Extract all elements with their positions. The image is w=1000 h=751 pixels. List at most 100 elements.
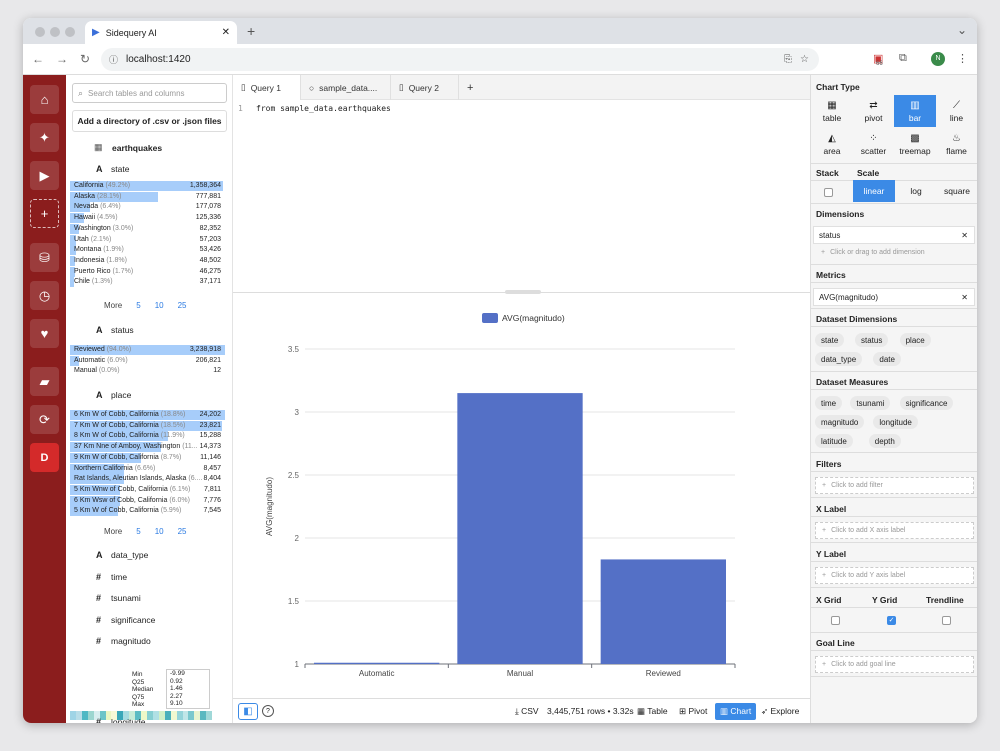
install-app-icon[interactable]: ⎘ (784, 54, 792, 65)
x-label-zone[interactable]: + Click to add X axis label (815, 522, 974, 539)
value-row[interactable]: 6 Km Wsw of Cobb, California (6.0%) 7,776 (70, 495, 225, 507)
database-icon[interactable]: ⛁ (30, 243, 59, 272)
close-tab-icon[interactable]: ✕ (222, 27, 230, 38)
column-tsunami[interactable]: # tsunami (96, 593, 141, 603)
value-row[interactable]: 6 Km W of Cobb, California (18.8%) 24,202 (70, 410, 225, 421)
stack-checkbox[interactable] (824, 188, 833, 197)
tab-sample-data[interactable]: ○ sample_data.... (301, 75, 391, 100)
scale-log[interactable]: log (895, 180, 937, 202)
more-5-link[interactable]: 5 (136, 301, 140, 310)
value-row[interactable]: Washington (3.0%) 82,352 (70, 223, 225, 235)
new-tab-icon[interactable]: + (247, 23, 255, 39)
csv-download-button[interactable]: ⤓ CSV (515, 706, 539, 717)
pill-tsunami[interactable]: tsunami (850, 396, 891, 410)
value-row[interactable]: Chile (1.3%) 37,171 (70, 277, 225, 288)
tab-menu-icon[interactable]: ⌄ (957, 23, 967, 37)
close-window-dot[interactable] (35, 27, 45, 37)
add-directory-button[interactable]: Add a directory of .csv or .json files (72, 110, 227, 132)
value-row[interactable]: Alaska (28.1%) 777,881 (70, 191, 225, 203)
bar-reviewed[interactable] (600, 559, 726, 664)
explore-button[interactable]: ➶ Explore (761, 706, 799, 717)
scale-linear[interactable]: linear (853, 180, 895, 202)
profile-avatar[interactable]: N (931, 52, 945, 66)
favorites-heart-icon[interactable]: ♥ (30, 319, 59, 348)
add-icon[interactable]: + (30, 199, 59, 228)
value-row[interactable]: Manual (0.0%) 12 (70, 366, 225, 377)
remove-metric-icon[interactable]: ✕ (961, 293, 968, 302)
legend-swatch[interactable] (482, 313, 498, 323)
column-significance[interactable]: # significance (96, 615, 155, 625)
chart-view-button[interactable]: ▥ Chart (715, 703, 757, 720)
column-state[interactable]: Astate (96, 164, 129, 174)
value-row[interactable]: 7 Km W of Cobb, California (18.5%) 23,821 (70, 420, 225, 432)
add-filter-zone[interactable]: + Click to add filter (815, 477, 974, 494)
pill-state[interactable]: state (815, 333, 845, 347)
x-grid-checkbox[interactable] (831, 616, 840, 625)
pill-time[interactable]: time (815, 396, 843, 410)
value-row[interactable]: 9 Km W of Cobb, California (8.7%) 11,146 (70, 452, 225, 464)
chart-type-pivot[interactable]: ⇄ pivot (853, 95, 895, 127)
value-row[interactable]: 8 Km W of Cobb, California (11.9%) 15,288 (70, 431, 225, 442)
pill-longitude[interactable]: longitude (873, 415, 918, 429)
goal-line-zone[interactable]: + Click to add goal line (815, 656, 974, 673)
chart-type-treemap[interactable]: ▩ treemap (894, 128, 936, 160)
trendline-checkbox[interactable] (942, 616, 951, 625)
help-icon[interactable]: ? (262, 705, 274, 717)
pill-latitude[interactable]: latitude (815, 434, 853, 448)
value-row[interactable]: 5 Km Wnw of Cobb, California (6.1%) 7,811 (70, 484, 225, 496)
maximize-window-dot[interactable] (65, 27, 75, 37)
column-place[interactable]: Aplace (96, 390, 131, 400)
url-field[interactable]: ⓘ localhost:1420 ⎘ ☆ (101, 48, 819, 71)
value-row[interactable]: Puerto Rico (1.7%) 46,275 (70, 266, 225, 278)
chart-type-line[interactable]: ⟋ line (936, 95, 978, 127)
folder-icon[interactable]: ▰ (30, 367, 59, 396)
value-row[interactable]: California (49.2%) 1,358,364 (70, 181, 225, 192)
browser-menu-icon[interactable]: ⋮ (957, 52, 968, 65)
scale-square[interactable]: square (936, 180, 977, 202)
remove-dimension-icon[interactable]: ✕ (961, 231, 968, 240)
column-time[interactable]: # time (96, 572, 127, 582)
value-row[interactable]: Montana (1.9%) 53,426 (70, 245, 225, 256)
chart-type-scatter[interactable]: ⁘ scatter (853, 128, 895, 160)
back-icon[interactable]: ← (32, 52, 44, 66)
pill-significance[interactable]: significance (899, 396, 954, 410)
more-10-link[interactable]: 10 (155, 527, 164, 536)
dimension-field[interactable]: status ✕ (813, 226, 975, 244)
minimize-window-dot[interactable] (50, 27, 60, 37)
extensions-puzzle-icon[interactable]: ⧉ (899, 52, 907, 65)
column-data_type[interactable]: Adata_type (96, 550, 148, 560)
duckdb-button[interactable]: D (30, 443, 59, 472)
chart-type-bar[interactable]: ▥ bar (894, 95, 936, 127)
forward-icon[interactable]: → (56, 52, 68, 66)
value-row[interactable]: Indonesia (1.8%) 48,502 (70, 255, 225, 267)
toggle-sidebar-icon[interactable]: ◧ (238, 703, 258, 720)
value-row[interactable]: Utah (2.1%) 57,203 (70, 234, 225, 246)
tab-query-2[interactable]: ▯ Query 2 (391, 75, 459, 100)
y-label-zone[interactable]: + Click to add Y axis label (815, 567, 974, 584)
home-icon[interactable]: ⌂ (30, 85, 59, 114)
tab-query-1[interactable]: ▯ Query 1 (233, 75, 301, 100)
pill-date[interactable]: date (873, 352, 901, 366)
value-row[interactable]: Rat Islands, Aleutian Islands, Alaska (6… (70, 474, 225, 485)
more-10-link[interactable]: 10 (155, 301, 164, 310)
search-input[interactable]: ⌕ Search tables and columns (72, 83, 227, 103)
history-clock-icon[interactable]: ◷ (30, 281, 59, 310)
metric-field[interactable]: AVG(magnitudo) ✕ (813, 288, 975, 306)
sync-icon[interactable]: ⟳ (30, 405, 59, 434)
more-25-link[interactable]: 25 (178, 527, 187, 536)
chart-type-flame[interactable]: ♨ flame (936, 128, 978, 160)
table-view-button[interactable]: ▦ Table (637, 706, 668, 717)
value-row[interactable]: 37 Km Nne of Amboy, Washington (11... 14,… (70, 442, 225, 453)
more-5-link[interactable]: 5 (136, 527, 140, 536)
column-longitude[interactable]: # longitude (96, 717, 146, 723)
reload-icon[interactable]: ↻ (80, 52, 90, 66)
more-25-link[interactable]: 25 (178, 301, 187, 310)
pill-magnitudo[interactable]: magnitudo (815, 415, 865, 429)
sql-editor[interactable]: 1 from sample_data.earthquakes (233, 100, 810, 293)
column-magnitudo[interactable]: # magnitudo (96, 636, 151, 646)
pill-place[interactable]: place (899, 333, 931, 347)
value-row[interactable]: 5 Km W of Cobb, California (5.9%) 7,545 (70, 506, 225, 517)
value-row[interactable]: Hawaii (4.5%) 125,336 (70, 213, 225, 224)
bookmark-star-icon[interactable]: ☆ (800, 54, 809, 65)
chart-type-table[interactable]: ▦ table (811, 95, 853, 127)
